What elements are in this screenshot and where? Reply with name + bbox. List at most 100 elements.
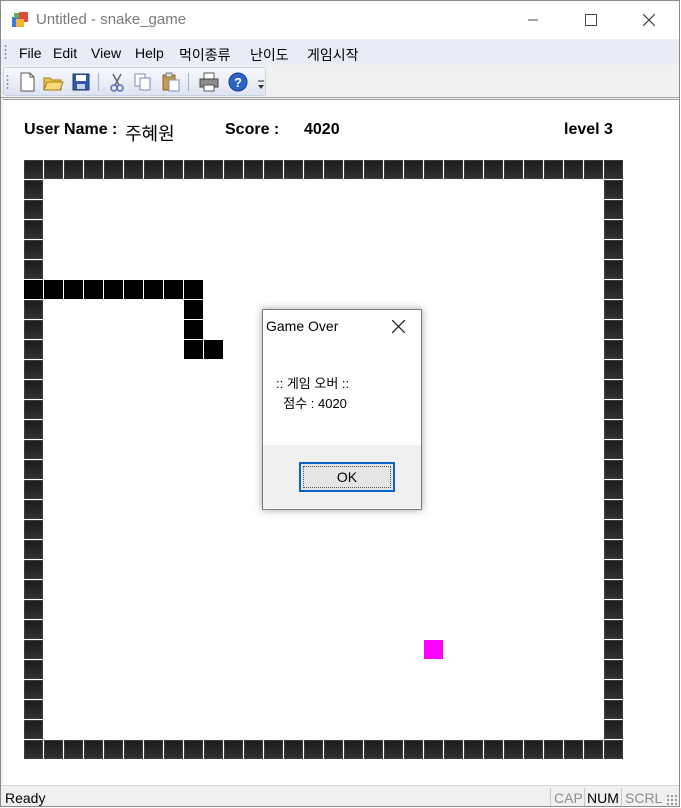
wall-block xyxy=(24,740,43,759)
maximize-button[interactable] xyxy=(562,1,620,39)
wall-block xyxy=(504,160,523,179)
snake-segment xyxy=(184,300,203,319)
snake-segment xyxy=(164,280,183,299)
wall-block xyxy=(64,740,83,759)
wall-block xyxy=(324,740,343,759)
wall-block xyxy=(184,740,203,759)
wall-block xyxy=(224,740,243,759)
wall-block xyxy=(604,580,623,599)
new-file-icon[interactable] xyxy=(16,71,38,93)
wall-block xyxy=(424,740,443,759)
snake-segment xyxy=(144,280,163,299)
wall-block xyxy=(24,440,43,459)
wall-block xyxy=(24,680,43,699)
wall-block xyxy=(164,740,183,759)
app-window: Untitled - snake_game File Edit View Hel… xyxy=(0,0,680,807)
wall-block xyxy=(184,160,203,179)
close-button[interactable] xyxy=(620,1,678,39)
wall-block xyxy=(24,640,43,659)
dialog-close-button[interactable] xyxy=(387,315,409,337)
snake-segment xyxy=(84,280,103,299)
menu-view[interactable]: View xyxy=(91,45,121,61)
wall-block xyxy=(204,160,223,179)
wall-block xyxy=(544,740,563,759)
wall-block xyxy=(344,160,363,179)
wall-block xyxy=(24,540,43,559)
wall-block xyxy=(604,440,623,459)
menu-help[interactable]: Help xyxy=(135,45,164,61)
wall-block xyxy=(604,560,623,579)
menu-difficulty[interactable]: 난이도 xyxy=(250,45,289,65)
num-lock-indicator: NUM xyxy=(587,790,619,806)
menubar-grip[interactable] xyxy=(4,44,7,60)
resize-grip[interactable] xyxy=(666,794,678,806)
maximize-icon xyxy=(585,14,597,26)
wall-block xyxy=(144,740,163,759)
wall-block xyxy=(364,740,383,759)
paste-icon[interactable] xyxy=(160,71,182,93)
status-divider xyxy=(550,788,551,806)
wall-block xyxy=(604,740,623,759)
wall-block xyxy=(524,160,543,179)
menu-bar: File Edit View Help 먹이종류 난이도 게임시작 xyxy=(1,39,679,65)
wall-block xyxy=(584,160,603,179)
window-title: Untitled - snake_game xyxy=(36,11,187,28)
wall-block xyxy=(464,160,483,179)
snake-segment xyxy=(44,280,63,299)
wall-block xyxy=(24,300,43,319)
wall-block xyxy=(124,160,143,179)
save-icon[interactable] xyxy=(70,71,92,93)
wall-block xyxy=(104,740,123,759)
wall-block xyxy=(604,700,623,719)
wall-block xyxy=(604,280,623,299)
menu-file[interactable]: File xyxy=(19,45,42,61)
wall-block xyxy=(304,160,323,179)
wall-block xyxy=(604,260,623,279)
wall-block xyxy=(144,160,163,179)
print-icon[interactable] xyxy=(198,71,220,93)
scroll-lock-indicator: SCRL xyxy=(625,790,663,806)
wall-block xyxy=(604,460,623,479)
wall-block xyxy=(384,740,403,759)
wall-block xyxy=(564,160,583,179)
toolbar: ? xyxy=(3,67,266,96)
wall-block xyxy=(604,160,623,179)
menu-food-type[interactable]: 먹이종류 xyxy=(179,45,231,65)
wall-block xyxy=(284,740,303,759)
menu-edit[interactable]: Edit xyxy=(53,45,77,61)
copy-icon[interactable] xyxy=(132,71,154,93)
user-name-value: 주혜원 xyxy=(125,124,175,144)
toolbar-grip[interactable] xyxy=(6,74,9,90)
minimize-icon xyxy=(528,19,538,21)
wall-block xyxy=(604,360,623,379)
help-icon[interactable]: ? xyxy=(227,71,249,93)
cut-icon[interactable] xyxy=(106,71,128,93)
user-name-label: User Name : xyxy=(24,121,118,138)
wall-block xyxy=(464,740,483,759)
wall-block xyxy=(604,520,623,539)
wall-block xyxy=(24,360,43,379)
wall-block xyxy=(24,340,43,359)
wall-block xyxy=(24,400,43,419)
dialog-title: Game Over xyxy=(266,318,339,334)
wall-block xyxy=(324,160,343,179)
menu-game-start[interactable]: 게임시작 xyxy=(307,45,359,65)
minimize-button[interactable] xyxy=(504,1,562,39)
ok-button[interactable]: OK xyxy=(299,462,395,492)
wall-block xyxy=(424,160,443,179)
wall-block xyxy=(444,160,463,179)
wall-block xyxy=(604,540,623,559)
wall-block xyxy=(504,740,523,759)
wall-block xyxy=(24,180,43,199)
title-bar[interactable]: Untitled - snake_game xyxy=(1,1,679,39)
toolbar-overflow-icon[interactable] xyxy=(256,77,266,91)
wall-block xyxy=(604,600,623,619)
dialog-message-line1: :: 게임 오버 :: xyxy=(276,376,350,391)
open-folder-icon[interactable] xyxy=(42,71,64,93)
wall-block xyxy=(164,160,183,179)
wall-block xyxy=(24,220,43,239)
toolbar-area: ? xyxy=(1,65,679,98)
svg-text:?: ? xyxy=(234,75,242,90)
wall-block xyxy=(604,640,623,659)
food-item xyxy=(424,640,443,659)
